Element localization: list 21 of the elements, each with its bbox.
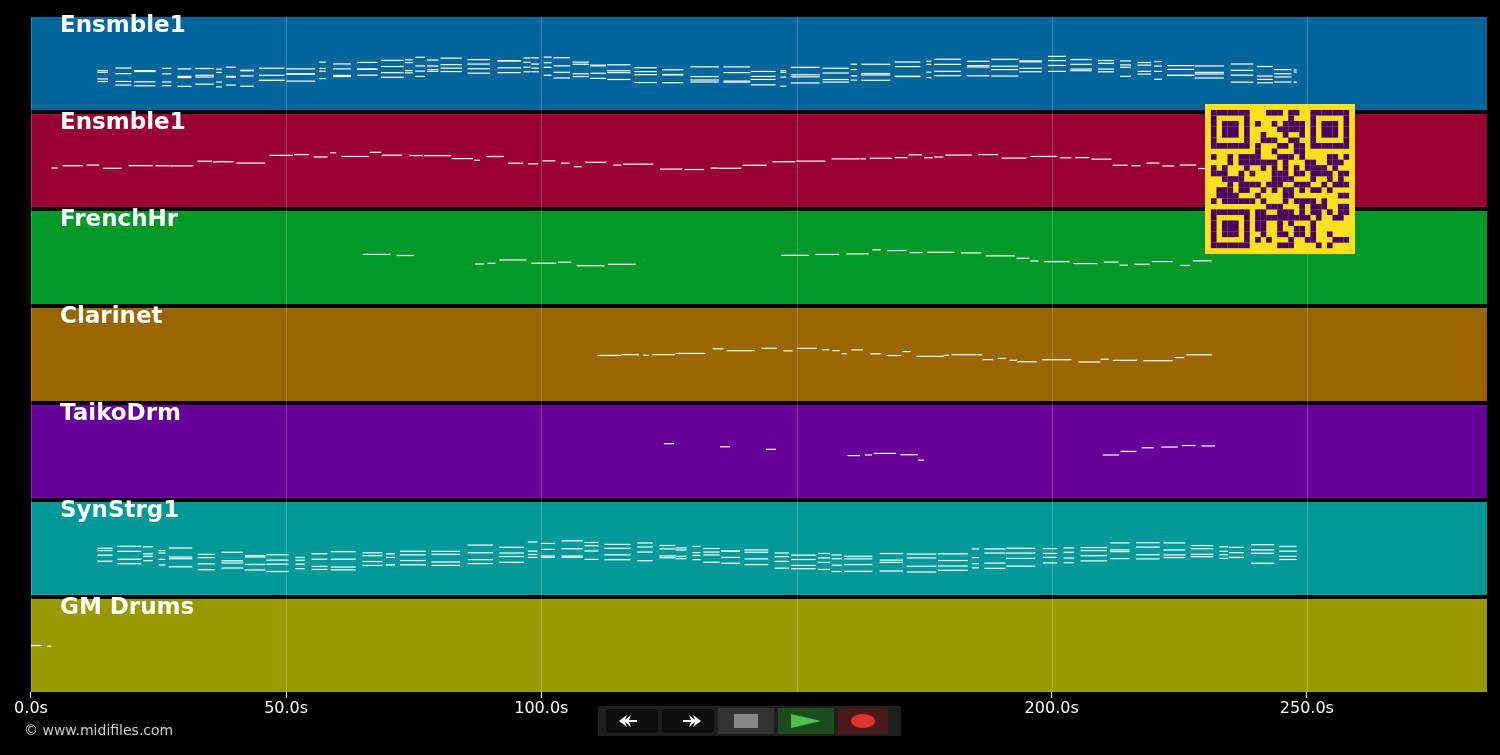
record-button[interactable] [838, 708, 888, 734]
track-name: Ensmble1 [60, 107, 186, 136]
track-name: GM Drums [60, 592, 195, 621]
copyright-text: © www.midifiles.com [24, 721, 174, 740]
axis-label: 50.0s [264, 698, 309, 718]
rewind-button[interactable] [606, 709, 658, 733]
axis-label: 250.0s [1279, 698, 1334, 718]
axis-label: 100.0s [514, 698, 569, 718]
track-name: FrenchHr [60, 204, 179, 233]
track-name: Clarinet [60, 301, 163, 330]
track-name: SynStrg1 [60, 495, 180, 524]
track-name: Ensmble1 [60, 10, 186, 39]
axis-label: 200.0s [1024, 698, 1079, 718]
axis-label: 0.0s [14, 698, 48, 718]
record-icon [851, 714, 875, 728]
stop-button[interactable] [718, 708, 774, 734]
play-button[interactable] [778, 708, 834, 734]
fast-forward-button[interactable] [662, 709, 714, 733]
stop-icon [734, 714, 758, 728]
track-name: TaikoDrm [60, 398, 181, 427]
play-icon [791, 714, 821, 728]
